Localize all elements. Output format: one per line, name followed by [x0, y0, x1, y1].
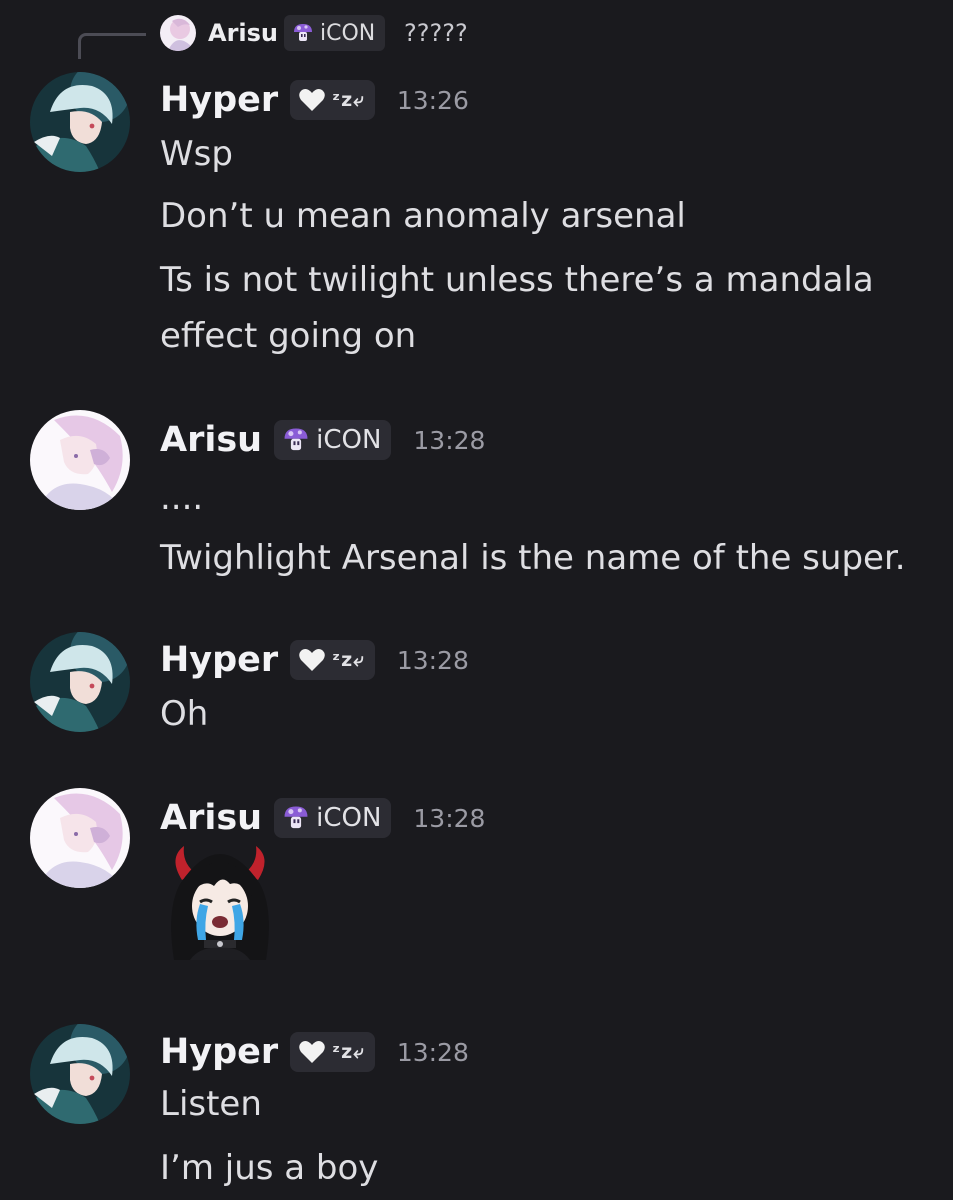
message-text[interactable]: effect going on [160, 314, 416, 358]
user-tag-label: ᶻz⤶ [332, 1041, 365, 1063]
username[interactable]: Arisu [160, 420, 262, 460]
username[interactable]: Hyper [160, 1032, 278, 1072]
message-text[interactable]: Ts is not twilight unless there’s a mand… [160, 258, 874, 302]
avatar-hyper[interactable] [30, 72, 130, 172]
timestamp[interactable]: 13:28 [413, 426, 485, 455]
message-text[interactable]: Wsp [160, 132, 233, 176]
user-tag-label: iCON [316, 425, 382, 455]
avatar-arisu[interactable] [30, 410, 130, 510]
message-text[interactable]: Oh [160, 692, 208, 736]
user-tag: ᶻz⤶ [290, 1032, 375, 1072]
user-tag: ᶻz⤶ [290, 80, 375, 120]
reply-badge-label: iCON [320, 20, 376, 46]
reply-author[interactable]: Arisu [208, 16, 278, 50]
user-tag: iCON [274, 420, 392, 460]
white-heart-icon [299, 649, 325, 671]
timestamp[interactable]: 13:28 [397, 1038, 469, 1067]
timestamp[interactable]: 13:26 [397, 86, 469, 115]
crying-devil-girl-sticker[interactable] [160, 840, 280, 960]
mushroom-icon [284, 428, 308, 451]
timestamp[interactable]: 13:28 [397, 646, 469, 675]
message-text[interactable]: Listen [160, 1082, 262, 1126]
reply-preview[interactable]: Arisu iCON ????? [0, 0, 953, 60]
avatar-hyper[interactable] [30, 632, 130, 732]
mushroom-icon [294, 24, 312, 41]
message-text[interactable]: Don’t u mean anomaly arsenal [160, 194, 686, 238]
mushroom-icon [284, 806, 308, 829]
reply-text[interactable]: ????? [404, 16, 468, 50]
timestamp[interactable]: 13:28 [413, 804, 485, 833]
message-text[interactable]: I’m jus a boy [160, 1146, 378, 1190]
user-tag-label: ᶻz⤶ [332, 649, 365, 671]
username[interactable]: Hyper [160, 80, 278, 120]
username[interactable]: Hyper [160, 640, 278, 680]
user-tag: ᶻz⤶ [290, 640, 375, 680]
avatar-arisu[interactable] [30, 788, 130, 888]
white-heart-icon [299, 89, 325, 111]
username[interactable]: Arisu [160, 798, 262, 838]
user-tag-label: ᶻz⤶ [332, 89, 365, 111]
user-tag-label: iCON [316, 803, 382, 833]
reply-avatar[interactable] [160, 15, 196, 51]
reply-connector [78, 33, 146, 59]
message-text[interactable]: .... [160, 476, 203, 520]
reply-role-badge: iCON [284, 15, 386, 51]
avatar-hyper[interactable] [30, 1024, 130, 1124]
message-text[interactable]: Twighlight Arsenal is the name of the su… [160, 536, 906, 580]
user-tag: iCON [274, 798, 392, 838]
white-heart-icon [299, 1041, 325, 1063]
